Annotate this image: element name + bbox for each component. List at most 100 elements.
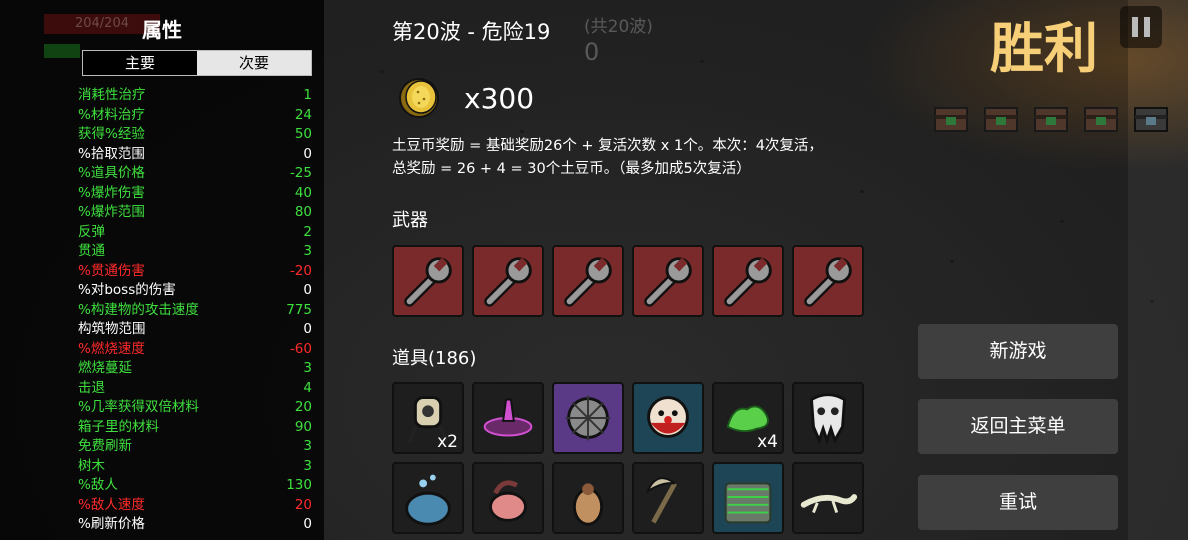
stat-row: 树木 3	[78, 457, 312, 477]
scythe-icon	[645, 477, 677, 524]
victory-title: 胜利	[990, 17, 1098, 80]
stat-label: 反弹	[78, 223, 105, 240]
stat-row: 消耗性治疗 1	[78, 86, 312, 106]
weapons-label: 武器	[392, 210, 428, 231]
cauldron-icon	[405, 474, 451, 526]
stat-label: 构筑物范围	[78, 321, 146, 337]
tab-secondary[interactable]: 次要	[197, 51, 311, 75]
stat-value: 130	[286, 477, 312, 493]
stat-label: %对boss的伤害	[78, 282, 176, 298]
stats-tabs: 主要 次要	[82, 50, 312, 76]
stat-value: 24	[294, 106, 312, 123]
stat-value: 0	[303, 516, 312, 532]
stat-label: 箱子里的材料	[78, 418, 159, 435]
weapon-slot[interactable]	[712, 245, 784, 317]
stat-label: %敌人速度	[78, 496, 145, 513]
stat-row: 获得%经验 50	[78, 125, 312, 145]
item-slot[interactable]	[712, 462, 784, 534]
weapon-slot[interactable]	[472, 245, 544, 317]
stat-label: %爆炸范围	[78, 204, 145, 220]
crate-icon	[1134, 107, 1168, 132]
item-slot[interactable]	[632, 462, 704, 534]
stats-panel: 204/204 属性 主要 次要 消耗性治疗 1 %材料治疗 24 获得%经验 50 %拾取…	[0, 0, 324, 540]
reward-description: 土豆币奖励 = 基础奖励26个 + 复活次数 x 1个。本次：4次复活， 总奖励…	[392, 135, 892, 181]
potato-coin-icon	[399, 78, 439, 118]
stat-row: %敌人速度 20	[78, 496, 312, 516]
stat-row: %对boss的伤害 0	[78, 281, 312, 301]
stat-label: 贯通	[78, 243, 105, 259]
stat-value: 20	[294, 399, 312, 415]
item-slot[interactable]	[792, 382, 864, 454]
stat-value: 90	[294, 418, 312, 435]
stat-value: 0	[303, 145, 312, 162]
weapon-slot[interactable]	[632, 245, 704, 317]
item-slot[interactable]	[552, 462, 624, 534]
stats-title: 属性	[142, 18, 182, 42]
wrench-icon	[724, 257, 772, 307]
item-slot[interactable]	[472, 462, 544, 534]
stat-row: %几率获得双倍材料 20	[78, 398, 312, 418]
pink-creature-icon	[489, 480, 527, 522]
stat-label: %几率获得双倍材料	[78, 399, 199, 415]
spiked-mine-icon	[565, 395, 611, 441]
weapon-slot[interactable]	[552, 245, 624, 317]
item-count: x2	[437, 432, 458, 452]
tab-primary[interactable]: 主要	[83, 51, 197, 75]
stat-row: %燃烧速度 -60	[78, 340, 312, 360]
stat-row: 构筑物范围 0	[78, 320, 312, 340]
stat-label: 燃烧蔓延	[78, 360, 132, 376]
stat-value: 2	[303, 223, 312, 240]
wrench-icon	[484, 257, 532, 307]
stat-row: %道具价格 -25	[78, 164, 312, 184]
stat-label: 获得%经验	[78, 126, 145, 142]
reward-line-2: 总奖励 = 26 + 4 = 30个土豆币。（最多加成5次复活）	[392, 161, 751, 177]
retry-button[interactable]: 重试	[918, 475, 1118, 530]
item-slot[interactable]	[392, 462, 464, 534]
stat-row: %贯通伤害 -20	[78, 262, 312, 282]
stat-label: %材料治疗	[78, 106, 145, 123]
stat-label: %拾取范围	[78, 145, 145, 162]
item-slot[interactable]: x4	[712, 382, 784, 454]
wrench-icon	[404, 257, 452, 307]
stat-value: 0	[303, 282, 312, 298]
item-slot[interactable]: x2	[392, 382, 464, 454]
stat-value: 1	[303, 87, 312, 103]
wave-counter: 0	[584, 38, 600, 66]
pause-button[interactable]	[1120, 6, 1162, 48]
stat-value: 40	[294, 184, 312, 201]
weapon-slot[interactable]	[792, 245, 864, 317]
items-label: 道具(186)	[392, 348, 477, 369]
stat-value: -20	[289, 262, 312, 279]
stat-value: 50	[294, 126, 312, 142]
pink-altar-icon	[483, 398, 533, 437]
white-lizard-icon	[800, 494, 858, 514]
stat-value: 4	[303, 379, 312, 396]
stat-value: -60	[289, 340, 312, 357]
item-slot[interactable]	[472, 382, 544, 454]
stat-label: 击退	[78, 379, 105, 396]
wave-title: 第20波 - 危险19	[392, 20, 551, 44]
main-menu-button[interactable]: 返回主菜单	[918, 399, 1118, 454]
stat-row: 贯通 3	[78, 242, 312, 262]
stat-row: 击退 4	[78, 379, 312, 399]
stat-row: 燃烧蔓延 3	[78, 359, 312, 379]
stat-label: %敌人	[78, 477, 118, 493]
stat-value: -25	[289, 165, 312, 181]
wrench-icon	[804, 257, 852, 307]
stat-label: 消耗性治疗	[78, 87, 146, 103]
stat-value: 3	[303, 457, 312, 474]
stat-value: 20	[294, 496, 312, 513]
stat-row: %爆炸伤害 40	[78, 184, 312, 204]
stat-list: 消耗性治疗 1 %材料治疗 24 获得%经验 50 %拾取范围 0 %道具价格 -25 %爆炸伤害 4…	[78, 86, 312, 535]
stat-value: 80	[294, 204, 312, 220]
stat-row: %拾取范围 0	[78, 145, 312, 165]
item-slot[interactable]	[632, 382, 704, 454]
item-slot[interactable]	[792, 462, 864, 534]
stat-label: %构建物的攻击速度	[78, 301, 199, 318]
weapon-slot[interactable]	[392, 245, 464, 317]
stat-row: %爆炸范围 80	[78, 203, 312, 223]
item-slot[interactable]	[552, 382, 624, 454]
reward-line-1: 土豆币奖励 = 基础奖励26个 + 复活次数 x 1个。本次：4次复活，	[392, 138, 823, 154]
stat-label: %爆炸伤害	[78, 184, 145, 201]
new-game-button[interactable]: 新游戏	[918, 324, 1118, 379]
